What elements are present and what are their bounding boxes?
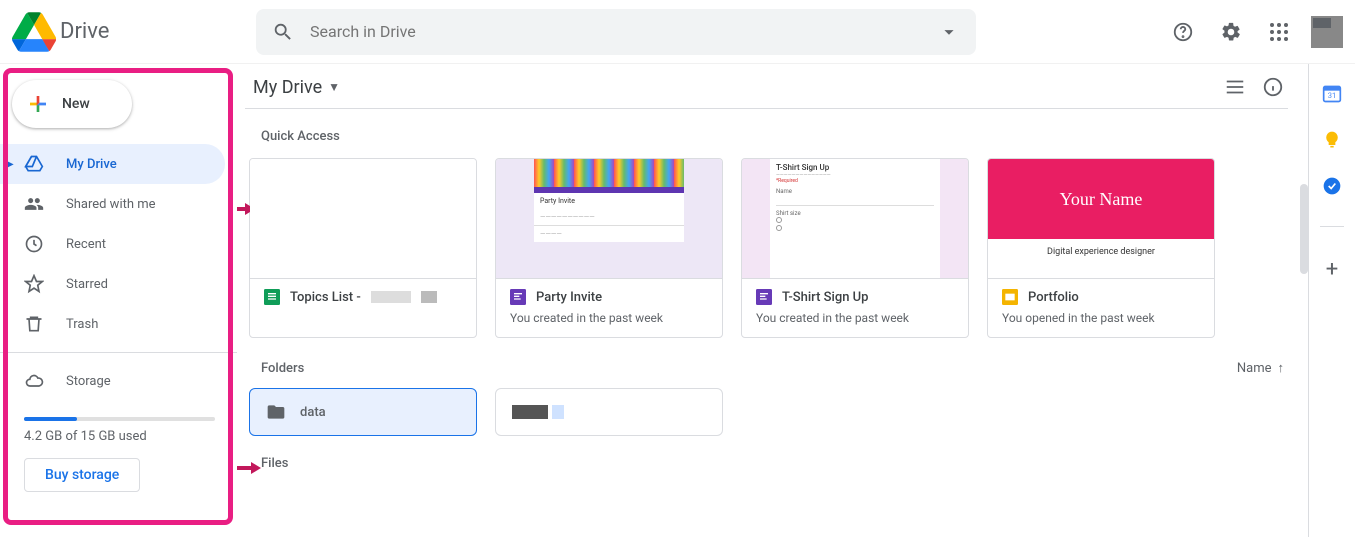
sidebar-item-starred[interactable]: Starred (0, 264, 225, 304)
storage-meter: 4.2 GB of 15 GB used Buy storage (0, 401, 237, 492)
star-icon (24, 274, 44, 294)
thumb-title: T-Shirt Sign Up (776, 163, 934, 172)
annotation-arrow-icon (237, 459, 261, 477)
add-icon[interactable]: + (1326, 257, 1338, 282)
breadcrumb[interactable]: My Drive ▼ (245, 77, 340, 98)
forms-icon (510, 289, 526, 305)
thumb-role: Digital experience designer (988, 239, 1214, 279)
cloud-icon (24, 371, 44, 391)
sidebar: New ▶ My Drive Shared with me Recent Sta… (0, 64, 237, 537)
folder-card[interactable] (495, 388, 723, 436)
calendar-icon[interactable]: 31 (1322, 84, 1342, 104)
apps-icon[interactable] (1259, 12, 1299, 52)
new-label: New (62, 96, 90, 112)
people-icon (24, 194, 44, 214)
quick-access-card[interactable]: T-Shirt Sign Up――――――――――――――*RequiredNa… (741, 158, 969, 338)
thumbnail: T-Shirt Sign Up――――――――――――――*RequiredNa… (742, 159, 968, 279)
folder-name: data (300, 405, 326, 420)
search-bar[interactable] (256, 9, 976, 55)
file-title: T-Shirt Sign Up (782, 290, 869, 305)
quick-access-card[interactable]: Topics List - (249, 158, 477, 338)
file-subtitle: You opened in the past week (1002, 311, 1200, 325)
sidebar-item-trash[interactable]: Trash (0, 304, 225, 344)
svg-text:31: 31 (1328, 91, 1336, 100)
thumbnail: Party Invite―――――――――――――― (496, 159, 722, 279)
buy-storage-button[interactable]: Buy storage (24, 458, 140, 492)
storage-usage-text: 4.2 GB of 15 GB used (24, 429, 215, 444)
sidebar-item-label: Starred (66, 277, 108, 292)
trash-icon (24, 314, 44, 334)
folders-row: data (245, 388, 1288, 436)
path-bar: My Drive ▼ (245, 76, 1288, 109)
redacted (512, 405, 548, 419)
logo-area[interactable]: Drive (12, 12, 256, 52)
forms-icon (756, 289, 772, 305)
thumbnail: Your Name Digital experience designer (988, 159, 1214, 279)
list-view-icon[interactable] (1224, 76, 1246, 98)
account-avatar[interactable] (1311, 16, 1343, 48)
caret-right-icon: ▶ (6, 159, 14, 170)
scrollbar[interactable] (1300, 184, 1308, 274)
clock-icon (24, 234, 44, 254)
folders-heading: Folders (261, 361, 304, 376)
slides-icon (1002, 289, 1018, 305)
file-subtitle: You created in the past week (756, 311, 954, 325)
divider (1320, 226, 1344, 227)
thumb-title: Party Invite (534, 193, 684, 209)
sheets-icon (264, 289, 280, 305)
search-input[interactable] (310, 22, 938, 41)
drive-logo-icon (12, 12, 56, 52)
breadcrumb-label: My Drive (253, 77, 322, 98)
side-panel: 31 + (1309, 64, 1355, 537)
sidebar-item-label: My Drive (66, 157, 117, 172)
divider (0, 352, 237, 353)
settings-icon[interactable] (1211, 12, 1251, 52)
redacted (552, 405, 564, 419)
chevron-down-icon: ▼ (328, 80, 340, 94)
search-icon (272, 21, 294, 43)
sort-button[interactable]: Name ↑ (1237, 360, 1284, 376)
drive-icon (24, 154, 44, 174)
sidebar-item-label: Trash (66, 317, 98, 332)
folder-card[interactable]: data (249, 388, 477, 436)
search-options-icon[interactable] (938, 21, 960, 43)
main-content: My Drive ▼ Quick Access Topics List - (237, 64, 1309, 537)
sidebar-item-shared[interactable]: Shared with me (0, 184, 225, 224)
file-title: Topics List - (290, 290, 361, 305)
header: Drive (0, 0, 1355, 64)
files-heading: Files (261, 456, 1288, 471)
new-button[interactable]: New (12, 80, 132, 128)
file-subtitle: You created in the past week (510, 311, 708, 325)
sidebar-item-label: Storage (66, 374, 111, 389)
thumbnail (250, 159, 476, 279)
thumb-name: Your Name (988, 159, 1214, 239)
plus-icon (26, 92, 50, 116)
sidebar-item-storage[interactable]: Storage (0, 361, 225, 401)
file-title: Portfolio (1028, 290, 1079, 305)
redacted (421, 291, 437, 303)
sidebar-item-label: Shared with me (66, 197, 156, 212)
arrow-up-icon: ↑ (1278, 360, 1285, 376)
quick-access-card[interactable]: Party Invite―――――――――――――― Party Invite … (495, 158, 723, 338)
quick-access-row: Topics List - Party Invite―――――――――――――― (245, 158, 1288, 338)
app-name: Drive (60, 19, 109, 44)
quick-access-card[interactable]: Your Name Digital experience designer Po… (987, 158, 1215, 338)
tasks-icon[interactable] (1322, 176, 1342, 196)
redacted (371, 291, 411, 303)
help-icon[interactable] (1163, 12, 1203, 52)
thumb-field: Name (776, 188, 934, 195)
keep-icon[interactable] (1322, 130, 1342, 150)
header-actions (1163, 12, 1343, 52)
file-title: Party Invite (536, 290, 602, 305)
folder-icon (266, 402, 286, 422)
sort-label: Name (1237, 361, 1272, 376)
sidebar-item-label: Recent (66, 237, 106, 252)
sidebar-item-recent[interactable]: Recent (0, 224, 225, 264)
thumb-field: Shirt size (776, 210, 934, 217)
info-icon[interactable] (1262, 76, 1284, 98)
quick-access-heading: Quick Access (261, 129, 1288, 144)
sidebar-item-my-drive[interactable]: ▶ My Drive (0, 144, 225, 184)
